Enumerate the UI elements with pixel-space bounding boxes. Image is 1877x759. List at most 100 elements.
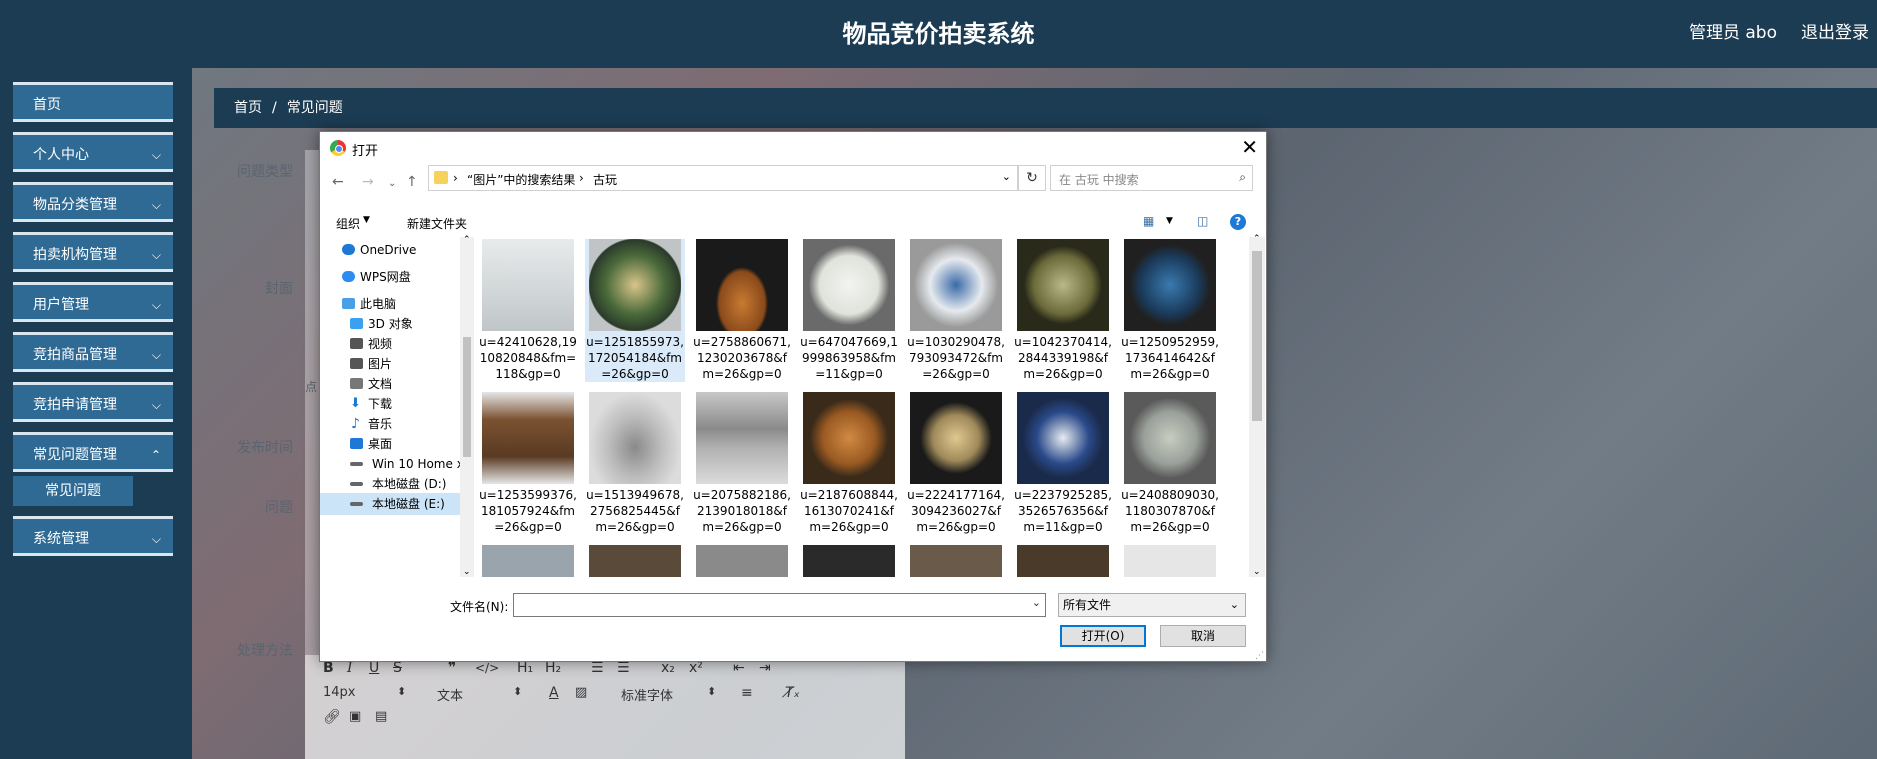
filetype-select[interactable]: 所有文件 ⌄ bbox=[1058, 593, 1246, 617]
logout-link[interactable]: 退出登录 bbox=[1801, 18, 1869, 43]
new-folder-button[interactable]: 新建文件夹 bbox=[407, 215, 467, 232]
cancel-button[interactable]: 取消 bbox=[1160, 625, 1246, 647]
file-item[interactable]: u=647047669,1999863958&fm=11&gp=0 bbox=[799, 239, 899, 382]
chevron-down-icon[interactable]: ▼ bbox=[1166, 216, 1173, 226]
nav-item-drive-c[interactable]: Win 10 Home x bbox=[320, 453, 464, 475]
nav-item-downloads[interactable]: ⬇ 下载 bbox=[320, 393, 460, 415]
sidebar-item-personal[interactable]: 个人中心 ⌵ bbox=[13, 132, 173, 172]
file-item[interactable]: u=2075882186,2139018018&fm=26&gp=0 bbox=[692, 392, 792, 535]
nav-item-drive-d[interactable]: 本地磁盘 (D:) bbox=[320, 473, 460, 495]
sidebar-item-system[interactable]: 系统管理 ⌵ bbox=[13, 516, 173, 556]
chevron-down-icon[interactable]: ⌄ bbox=[1002, 170, 1011, 183]
video-icon[interactable]: ▤ bbox=[375, 709, 387, 724]
file-item[interactable]: u=2187608844,1613070241&fm=26&gp=0 bbox=[799, 392, 899, 535]
image-icon[interactable]: ▣ bbox=[349, 709, 361, 724]
scroll-thumb[interactable] bbox=[1252, 251, 1262, 421]
file-item[interactable]: u=1513949678,2756825445&fm=26&gp=0 bbox=[585, 392, 685, 535]
chevron-up-icon[interactable]: ⌃ bbox=[1253, 234, 1261, 244]
italic-icon[interactable]: I bbox=[347, 660, 353, 676]
strikethrough-icon[interactable]: S bbox=[393, 660, 402, 676]
scroll-thumb[interactable] bbox=[463, 337, 471, 457]
font-color-icon[interactable]: A bbox=[549, 685, 559, 701]
sidebar-item-bid-requests[interactable]: 竞拍申请管理 ⌵ bbox=[13, 382, 173, 422]
file-item[interactable] bbox=[799, 545, 899, 577]
path-segment-folder[interactable]: 古玩 bbox=[593, 171, 617, 188]
bullet-list-icon[interactable]: ☰ bbox=[617, 660, 630, 676]
help-icon[interactable]: ? bbox=[1230, 214, 1246, 230]
file-item[interactable]: u=1253599376,181057924&fm=26&gp=0 bbox=[478, 392, 578, 535]
file-item[interactable] bbox=[906, 545, 1006, 577]
forward-arrow-icon[interactable]: → bbox=[362, 174, 374, 190]
font-family-select[interactable]: 标准字体 bbox=[621, 685, 673, 704]
nav-item-3d-objects[interactable]: 3D 对象 bbox=[320, 313, 460, 335]
indent-icon[interactable]: ⇥ bbox=[759, 660, 771, 676]
nav-item-music[interactable]: ♪ 音乐 bbox=[320, 413, 460, 435]
file-item[interactable] bbox=[585, 545, 685, 577]
link-icon[interactable]: 🔗︎ bbox=[323, 709, 341, 725]
address-bar[interactable]: › “图片”中的搜索结果 › 古玩 ⌄ bbox=[428, 165, 1018, 191]
file-grid-scrollbar[interactable]: ⌃ ⌄ bbox=[1249, 234, 1265, 577]
code-icon[interactable]: </> bbox=[475, 661, 499, 675]
chevron-down-icon[interactable]: ⌄ bbox=[1253, 567, 1261, 577]
filename-input[interactable]: ⌄ bbox=[513, 593, 1046, 617]
sidebar-item-users[interactable]: 用户管理 ⌵ bbox=[13, 282, 173, 322]
open-button[interactable]: 打开(O) bbox=[1060, 625, 1146, 647]
file-item-selected[interactable]: u=1251855973,172054184&fm=26&gp=0 bbox=[585, 239, 685, 382]
paragraph-select[interactable]: 文本 bbox=[437, 685, 463, 704]
refresh-icon[interactable]: ↻ bbox=[1018, 165, 1046, 191]
chevron-down-icon[interactable]: ⌄ bbox=[1032, 596, 1041, 609]
background-color-icon[interactable]: ▨ bbox=[575, 685, 587, 700]
path-segment-search[interactable]: “图片”中的搜索结果 bbox=[467, 171, 575, 188]
file-item[interactable] bbox=[692, 545, 792, 577]
heading1-icon[interactable]: H₁ bbox=[517, 660, 533, 676]
nav-item-videos[interactable]: 视频 bbox=[320, 333, 460, 355]
sidebar-item-faq[interactable]: 常见问题管理 ⌃ bbox=[13, 432, 173, 472]
font-size-select[interactable]: 14px bbox=[323, 685, 356, 700]
bold-icon[interactable]: B bbox=[323, 660, 334, 676]
file-item[interactable]: u=2408809030,1180307870&fm=26&gp=0 bbox=[1120, 392, 1220, 535]
organize-menu[interactable]: 组织 bbox=[336, 215, 360, 232]
sidebar-item-auction-goods[interactable]: 竞拍商品管理 ⌵ bbox=[13, 332, 173, 372]
file-item[interactable]: u=1030290478,793093472&fm=26&gp=0 bbox=[906, 239, 1006, 382]
clear-format-icon[interactable]: T̸ₓ bbox=[785, 685, 800, 701]
superscript-icon[interactable]: x² bbox=[689, 660, 703, 676]
nav-item-desktop[interactable]: 桌面 bbox=[320, 433, 460, 455]
back-arrow-icon[interactable]: ← bbox=[332, 174, 344, 190]
file-item[interactable]: u=42410628,1910820848&fm=118&gp=0 bbox=[478, 239, 578, 382]
file-item[interactable]: u=2758860671,1230203678&fm=26&gp=0 bbox=[692, 239, 792, 382]
sidebar-item-home[interactable]: 首页 bbox=[13, 82, 173, 122]
search-box[interactable]: 在 古玩 中搜索 ⌕ bbox=[1050, 165, 1253, 191]
nav-item-wps[interactable]: WPS网盘 bbox=[320, 266, 460, 288]
file-item[interactable] bbox=[478, 545, 578, 577]
view-options-icon[interactable]: ▦ bbox=[1143, 214, 1154, 228]
file-item[interactable]: u=1250952959,1736414642&fm=26&gp=0 bbox=[1120, 239, 1220, 382]
nav-item-documents[interactable]: 文档 bbox=[320, 373, 460, 395]
underline-icon[interactable]: U bbox=[369, 660, 379, 676]
file-item[interactable] bbox=[1013, 545, 1113, 577]
breadcrumb-home[interactable]: 首页 bbox=[234, 100, 262, 116]
nav-item-pictures[interactable]: 图片 bbox=[320, 353, 460, 375]
file-item[interactable]: u=2224177164,3094236027&fm=26&gp=0 bbox=[906, 392, 1006, 535]
subscript-icon[interactable]: x₂ bbox=[661, 660, 675, 676]
close-icon[interactable]: ✕ bbox=[1241, 135, 1258, 159]
nav-item-this-pc[interactable]: 此电脑 bbox=[320, 293, 460, 315]
nav-item-drive-e[interactable]: 本地磁盘 (E:) bbox=[320, 493, 460, 515]
sidebar-item-category[interactable]: 物品分类管理 ⌵ bbox=[13, 182, 173, 222]
align-icon[interactable]: ≡ bbox=[741, 685, 753, 701]
outdent-icon[interactable]: ⇤ bbox=[733, 660, 745, 676]
file-item[interactable] bbox=[1120, 545, 1220, 577]
chevron-down-icon[interactable]: ⌄ bbox=[463, 567, 471, 577]
sidebar-subitem-faq[interactable]: 常见问题 bbox=[13, 476, 133, 506]
chevron-up-icon[interactable]: ⌃ bbox=[463, 235, 471, 245]
quote-icon[interactable]: ❞ bbox=[448, 660, 456, 676]
resize-grip-icon[interactable]: ⋰ bbox=[1255, 651, 1264, 661]
nav-item-onedrive[interactable]: OneDrive bbox=[320, 239, 460, 261]
ordered-list-icon[interactable]: ☰ bbox=[591, 660, 604, 676]
sidebar-item-auction-house[interactable]: 拍卖机构管理 ⌵ bbox=[13, 232, 173, 272]
recent-locations-icon[interactable]: ⌄ bbox=[388, 178, 396, 189]
up-arrow-icon[interactable]: ↑ bbox=[406, 174, 418, 190]
preview-pane-icon[interactable]: ◫ bbox=[1197, 214, 1208, 228]
file-item[interactable]: u=1042370414,2844339198&fm=26&gp=0 bbox=[1013, 239, 1113, 382]
heading2-icon[interactable]: H₂ bbox=[545, 660, 561, 676]
file-item[interactable]: u=2237925285,3526576356&fm=11&gp=0 bbox=[1013, 392, 1113, 535]
